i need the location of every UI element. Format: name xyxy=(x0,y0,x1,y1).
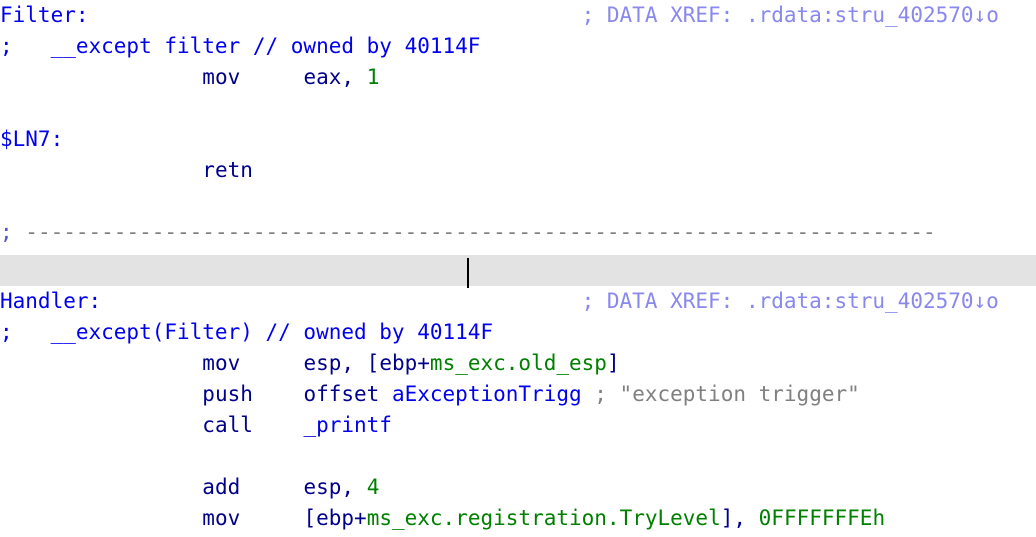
line-retn-token-1: retn xyxy=(202,158,253,182)
line-mov-trylevel-token-1: mov xyxy=(202,506,241,530)
line-filter-label-token-1 xyxy=(89,3,582,27)
line-push-offset-token-5: ; "exception trigger" xyxy=(581,382,860,406)
line-mov-eax-1-token-2 xyxy=(240,65,303,89)
line-ln7-label-token-0: $LN7: xyxy=(0,127,64,151)
line-blank-2[interactable] xyxy=(0,186,1036,217)
line-mov-esp-oldesp-token-8: ] xyxy=(606,351,620,375)
line-call-printf-token-1: call xyxy=(202,413,253,437)
disassembly-view[interactable]: Filter: ; DATA XREF: .rdata:stru_402570↓… xyxy=(0,0,1036,537)
line-mov-trylevel-token-5: + xyxy=(354,506,367,530)
line-filter-label-token-0: Filter: xyxy=(0,3,89,27)
line-highlight-blank-token-0 xyxy=(0,258,13,282)
line-push-offset-token-2 xyxy=(253,382,304,406)
line-add-esp-4-token-3: esp xyxy=(303,475,342,499)
line-mov-trylevel-token-3: [ xyxy=(303,506,317,530)
line-mov-eax-1-token-0 xyxy=(0,65,202,89)
line-mov-esp-oldesp-token-6: + xyxy=(417,351,430,375)
line-add-esp-4-token-5: 4 xyxy=(366,475,380,499)
line-handler-label-token-2: ; DATA XREF: .rdata:stru_402570↓o xyxy=(581,289,999,313)
line-mov-esp-oldesp-token-4: , [ xyxy=(341,351,380,375)
line-filter-label-token-2: ; DATA XREF: .rdata:stru_402570↓o xyxy=(581,3,999,27)
line-ln7-label[interactable]: $LN7: xyxy=(0,124,1036,155)
line-add-esp-4-token-0 xyxy=(0,475,202,499)
line-handler-label-token-0: Handler: xyxy=(0,289,102,313)
line-call-printf-token-3: _printf xyxy=(303,413,392,437)
line-blank-1[interactable] xyxy=(0,93,1036,124)
line-push-offset-token-1: push xyxy=(202,382,253,406)
line-mov-esp-oldesp-token-2 xyxy=(240,351,303,375)
line-push-offset-token-3: offset xyxy=(303,382,392,406)
line-mov-esp-oldesp-token-1: mov xyxy=(202,351,241,375)
line-add-esp-4-token-1: add xyxy=(202,475,241,499)
line-mov-trylevel-token-7: ], xyxy=(720,506,759,530)
line-mov-eax-1-token-3: eax xyxy=(303,65,342,89)
line-mov-trylevel-token-0 xyxy=(0,506,202,530)
line-mov-eax-1-token-1: mov xyxy=(202,65,241,89)
line-highlight-blank[interactable] xyxy=(0,255,1036,286)
line-mov-trylevel-token-6: ms_exc.registration.TryLevel xyxy=(366,506,721,530)
line-mov-eax-1-token-5: 1 xyxy=(366,65,380,89)
line-except-filter-comment-token-0: ; __except filter // owned by 40114F xyxy=(0,34,481,58)
line-call-printf-token-2 xyxy=(253,413,304,437)
line-call-printf[interactable]: call _printf xyxy=(0,410,1036,441)
line-push-offset[interactable]: push offset aExceptionTrigg ; "exception… xyxy=(0,379,1036,410)
line-mov-eax-1-token-4: , xyxy=(341,65,367,89)
line-handler-label[interactable]: Handler: ; DATA XREF: .rdata:stru_402570… xyxy=(0,286,1036,317)
line-mov-trylevel-token-4: ebp xyxy=(316,506,355,530)
line-retn-token-0 xyxy=(0,158,202,182)
line-blank-1-token-0 xyxy=(0,96,13,120)
line-call-printf-token-0 xyxy=(0,413,202,437)
line-push-offset-token-4: aExceptionTrigg xyxy=(391,382,582,406)
line-mov-esp-oldesp-token-0 xyxy=(0,351,202,375)
line-add-esp-4-token-4: , xyxy=(341,475,367,499)
line-blank-3[interactable] xyxy=(0,441,1036,472)
line-mov-esp-oldesp-token-5: ebp xyxy=(379,351,418,375)
line-push-offset-token-0 xyxy=(0,382,202,406)
line-mov-eax-1[interactable]: mov eax, 1 xyxy=(0,62,1036,93)
line-except-filter-comment[interactable]: ; __except filter // owned by 40114F xyxy=(0,31,1036,62)
line-separator-token-1: ----------------------------------------… xyxy=(25,220,936,244)
line-blank-3-token-0 xyxy=(0,444,13,468)
line-mov-trylevel-token-2 xyxy=(240,506,303,530)
line-add-esp-4[interactable]: add esp, 4 xyxy=(0,472,1036,503)
line-except-handler-comment-token-0: ; __except(Filter) // owned by 40114F xyxy=(0,320,494,344)
line-separator[interactable]: ; --------------------------------------… xyxy=(0,217,1036,248)
line-mov-esp-oldesp-token-3: esp xyxy=(303,351,342,375)
text-caret xyxy=(467,258,469,288)
line-retn[interactable]: retn xyxy=(0,155,1036,186)
line-mov-trylevel[interactable]: mov [ebp+ms_exc.registration.TryLevel], … xyxy=(0,503,1036,534)
line-mov-esp-oldesp-token-7: ms_exc.old_esp xyxy=(429,351,607,375)
line-filter-label[interactable]: Filter: ; DATA XREF: .rdata:stru_402570↓… xyxy=(0,0,1036,31)
line-handler-label-token-1 xyxy=(101,289,581,313)
line-mov-esp-oldesp[interactable]: mov esp, [ebp+ms_exc.old_esp] xyxy=(0,348,1036,379)
line-mov-trylevel-token-8: 0FFFFFFFEh xyxy=(758,506,886,530)
line-add-esp-4-token-2 xyxy=(240,475,303,499)
line-except-handler-comment[interactable]: ; __except(Filter) // owned by 40114F xyxy=(0,317,1036,348)
line-separator-token-0: ; xyxy=(0,220,26,244)
line-blank-2-token-0 xyxy=(0,189,13,213)
